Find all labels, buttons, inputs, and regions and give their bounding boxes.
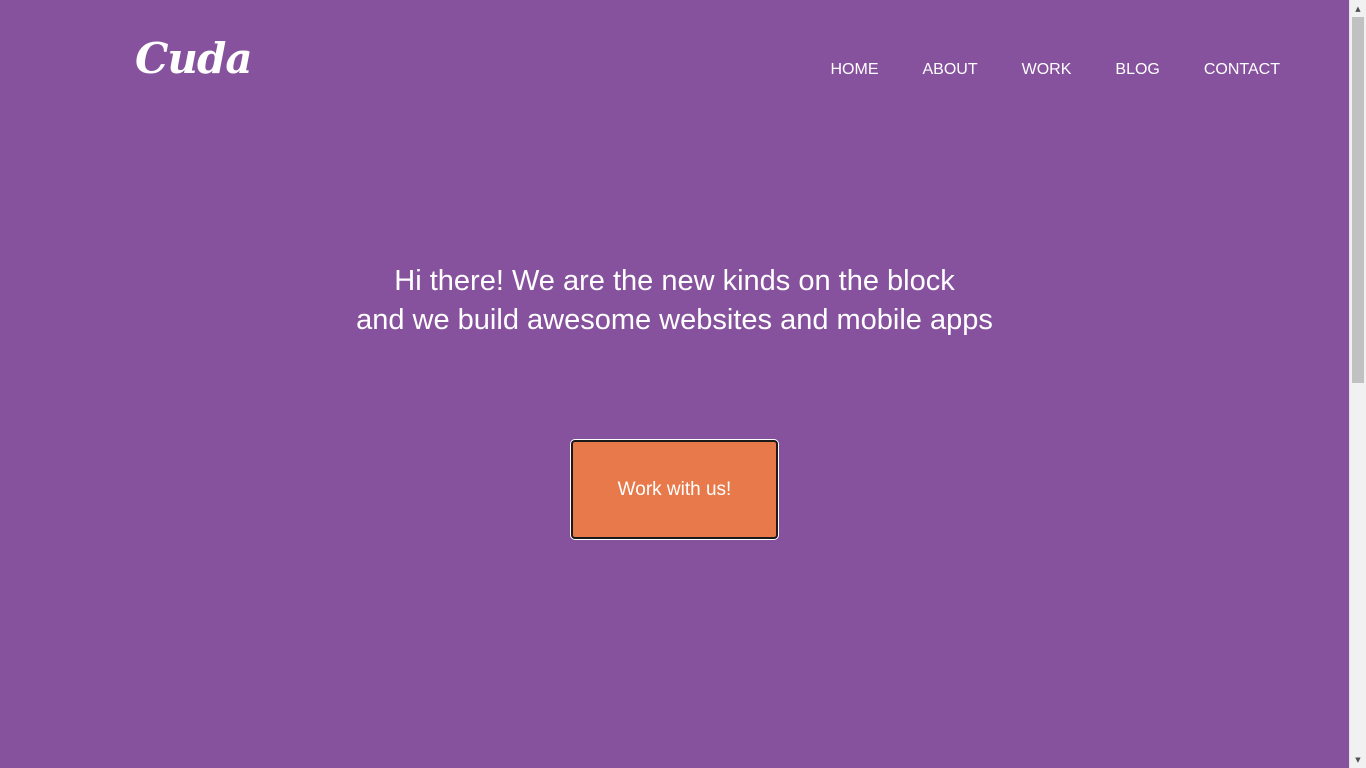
nav-item-blog[interactable]: BLOG — [1115, 59, 1159, 81]
nav-item-contact[interactable]: CONTACT — [1204, 59, 1280, 81]
nav-item-about[interactable]: ABOUT — [922, 59, 977, 81]
hero-heading: Hi there! We are the new kinds on the bl… — [0, 262, 1349, 340]
scrollbar-thumb[interactable] — [1352, 17, 1364, 383]
scroll-up-icon[interactable]: ▲ — [1350, 0, 1366, 17]
hero-line-1: Hi there! We are the new kinds on the bl… — [394, 265, 955, 297]
vertical-scrollbar[interactable]: ▲ ▼ — [1349, 0, 1366, 768]
nav-item-home[interactable]: HOME — [830, 59, 878, 81]
main-nav: HOME ABOUT WORK BLOG CONTACT — [830, 59, 1280, 81]
landing-page: Cuda HOME ABOUT WORK BLOG CONTACT Hi the… — [0, 0, 1349, 768]
scroll-down-icon[interactable]: ▼ — [1350, 751, 1366, 768]
work-with-us-button[interactable]: Work with us! — [571, 440, 778, 539]
hero-line-2: and we build awesome websites and mobile… — [356, 304, 993, 336]
brand-logo[interactable]: Cuda — [135, 34, 253, 84]
nav-item-work[interactable]: WORK — [1022, 59, 1072, 81]
